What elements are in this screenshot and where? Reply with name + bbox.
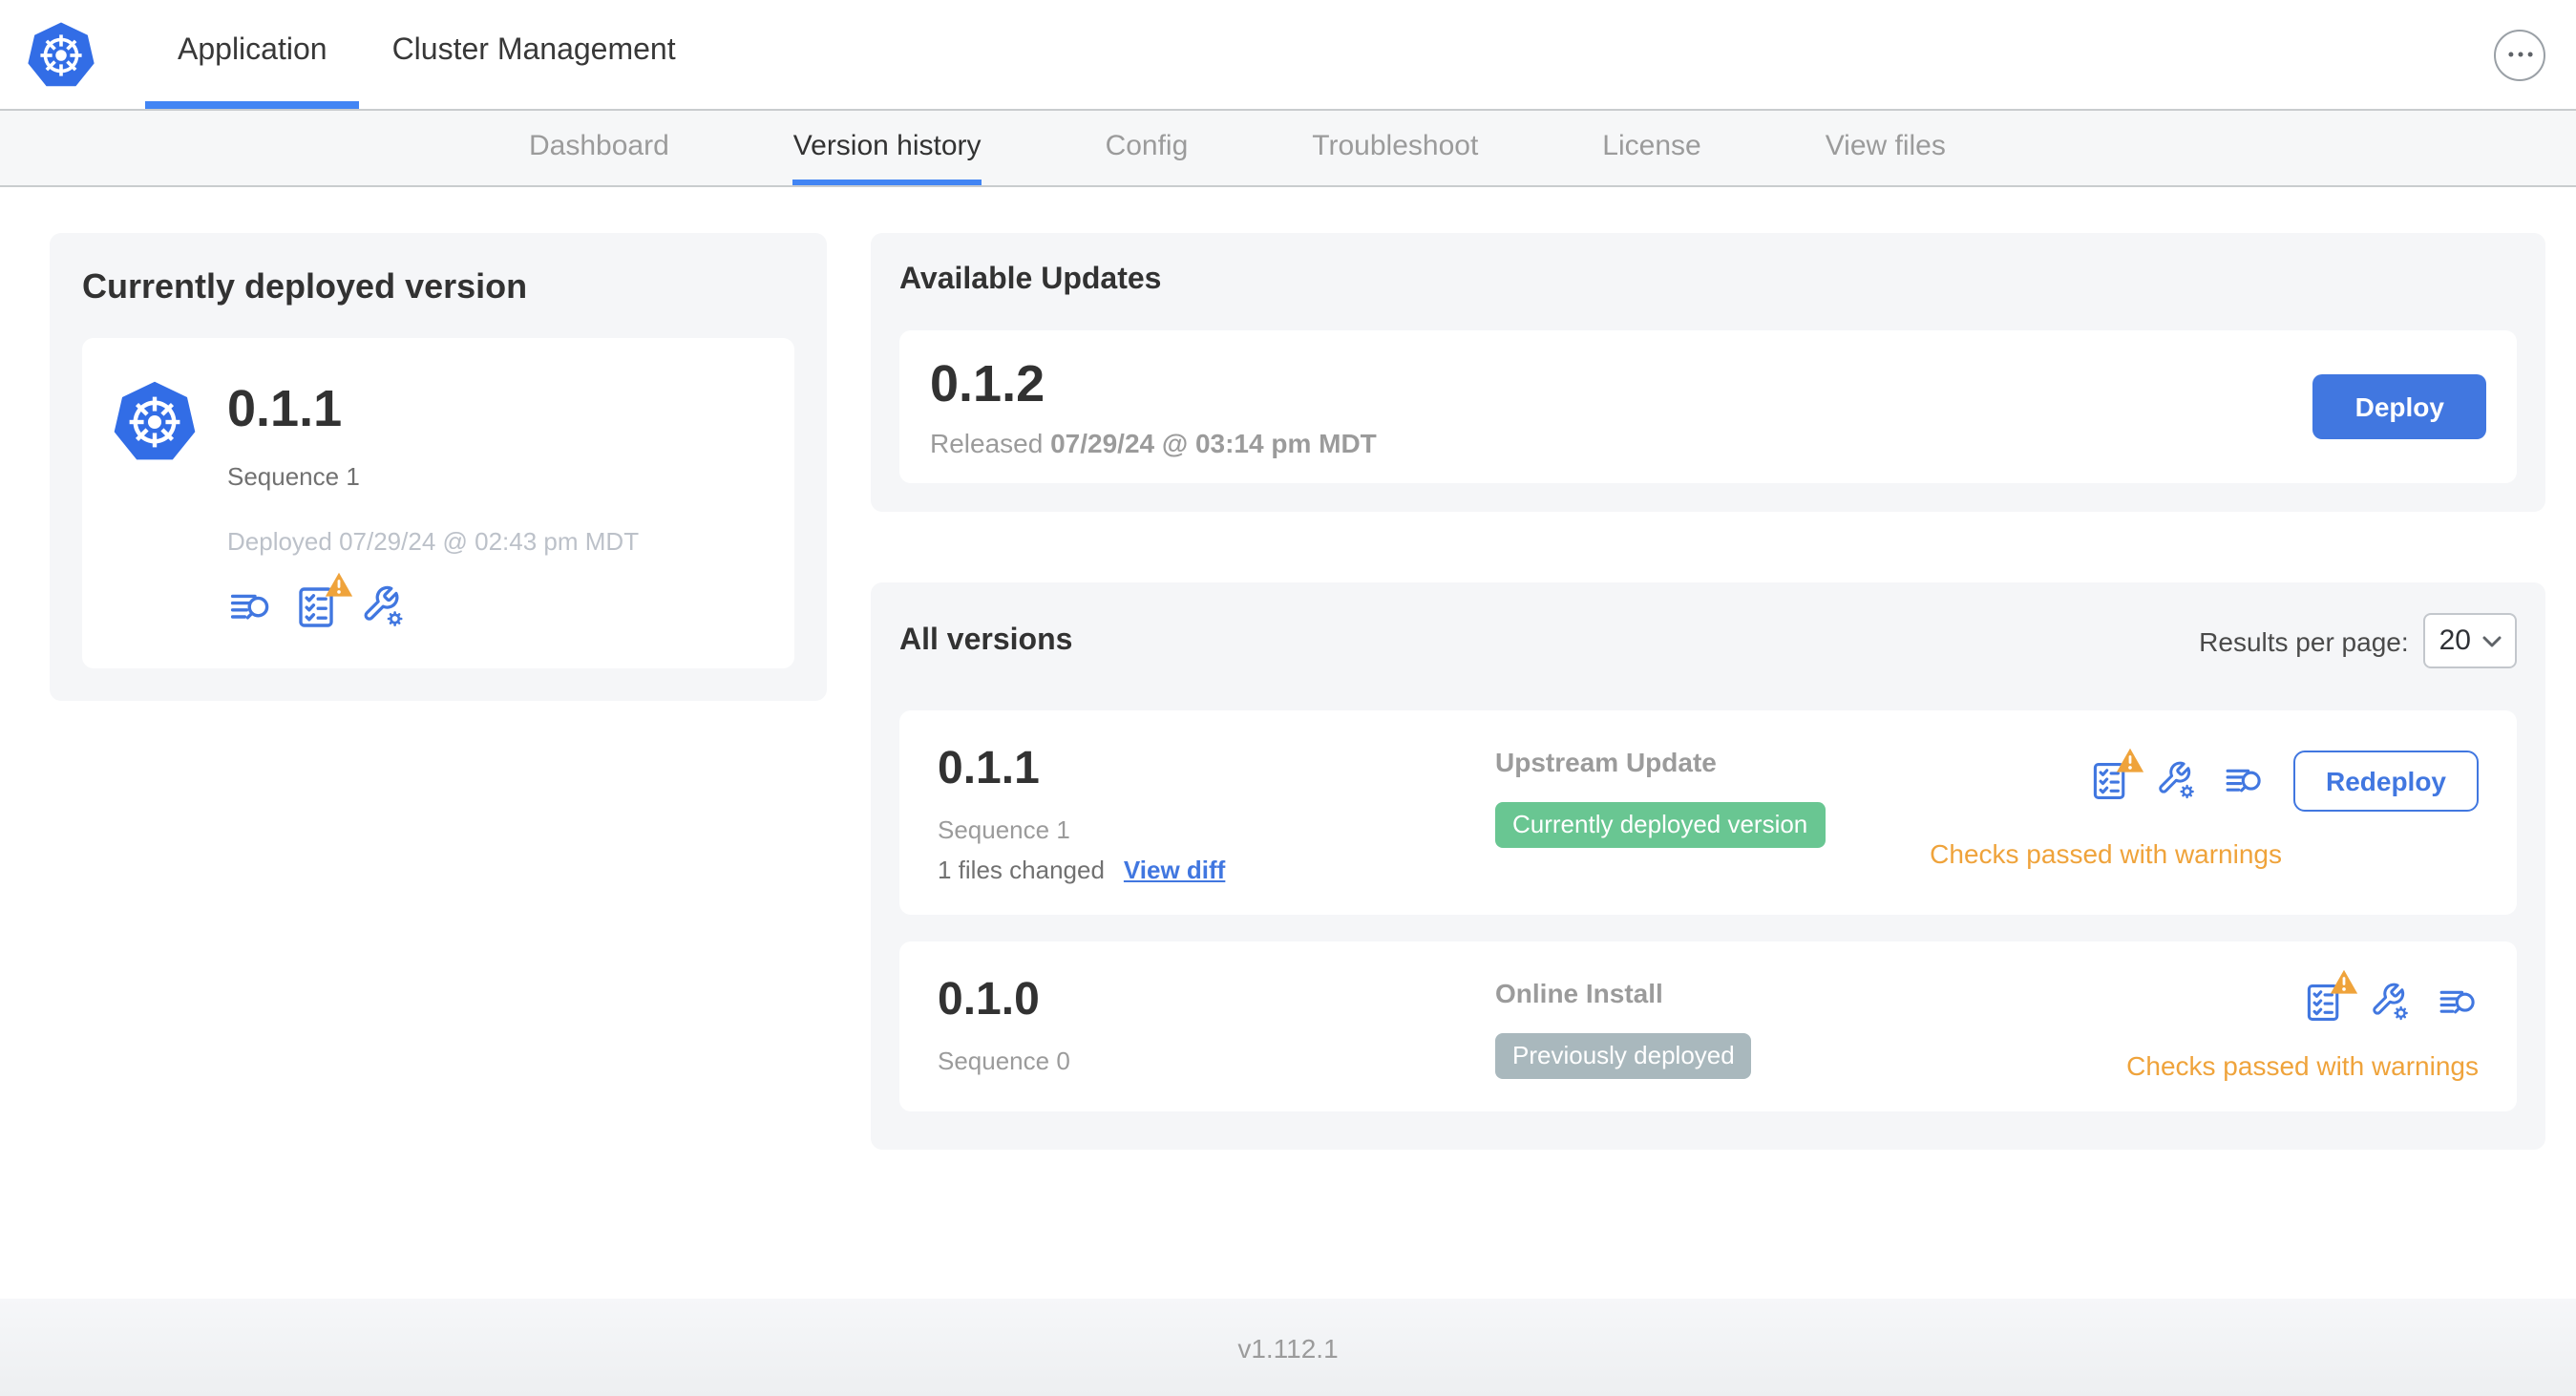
source-label: Online Install [1495, 978, 1663, 1008]
tab-application[interactable]: Application [145, 0, 360, 109]
available-updates-card: Available Updates 0.1.2 Released 07/29/2… [871, 233, 2545, 512]
checks-status-text[interactable]: Checks passed with warnings [2126, 1050, 2479, 1081]
available-update-row: 0.1.2 Released 07/29/24 @ 03:14 pm MDT D… [899, 330, 2517, 483]
version-rows: 0.1.1 Sequence 1 1 files changed View di… [899, 710, 2517, 1111]
currently-deployed-card: Currently deployed version 0.1.1 Sequenc… [50, 233, 827, 701]
redeploy-button[interactable]: Redeploy [2292, 751, 2479, 812]
source-label: Upstream Update [1495, 747, 1717, 777]
preflight-checks-warning-icon[interactable] [2089, 760, 2131, 802]
deploy-button[interactable]: Deploy [2312, 374, 2486, 439]
version-actions: Redeploy Checks passed with warnings [1930, 743, 2479, 869]
deployed-version-number: 0.1.1 [227, 380, 343, 437]
version-source: Upstream Update Currently deployed versi… [1495, 743, 1930, 848]
right-column: Available Updates 0.1.2 Released 07/29/2… [871, 233, 2545, 1150]
top-bar: Application Cluster Management [0, 0, 2576, 111]
version-source: Online Install Previously deployed [1495, 974, 2126, 1079]
released-prefix: Released [930, 428, 1044, 458]
admin-console-page: Application Cluster Management Dashboard… [0, 0, 2576, 1396]
tab-view-files[interactable]: View files [1826, 111, 1946, 185]
kubernetes-logo-icon [113, 380, 197, 464]
files-changed-line: 1 files changed View diff [938, 856, 1495, 884]
tab-license[interactable]: License [1602, 111, 1700, 185]
more-menu-button[interactable] [2494, 29, 2545, 80]
preflight-checks-warning-icon[interactable] [294, 584, 340, 630]
kubernetes-logo-icon [27, 20, 95, 89]
deployed-timestamp: Deployed 07/29/24 @ 02:43 pm MDT [227, 527, 640, 556]
results-per-page: Results per page: 20 [2199, 613, 2517, 668]
warning-triangle-icon [2116, 747, 2144, 773]
status-badge: Previously deployed [1495, 1033, 1752, 1079]
config-values-icon[interactable] [361, 584, 407, 630]
version-action-icons [2303, 982, 2479, 1024]
available-updates-title: Available Updates [899, 264, 1162, 296]
release-notes-icon[interactable] [2223, 760, 2265, 802]
version-info: 0.1.1 Sequence 1 1 files changed View di… [938, 743, 1495, 884]
config-values-icon[interactable] [2156, 760, 2198, 802]
release-notes-icon[interactable] [2437, 982, 2479, 1024]
deployed-version-actions [227, 584, 639, 630]
checks-status-text[interactable]: Checks passed with warnings [1930, 838, 2282, 869]
results-per-page-select[interactable]: 20 [2423, 613, 2517, 668]
main-content: Currently deployed version 0.1.1 Sequenc… [0, 187, 2576, 1299]
update-released-line: Released 07/29/24 @ 03:14 pm MDT [930, 428, 1377, 458]
config-values-icon[interactable] [2370, 982, 2412, 1024]
deployed-sequence: Sequence 1 [227, 462, 360, 491]
top-nav: Application Cluster Management [145, 0, 708, 109]
preflight-checks-warning-icon[interactable] [2303, 982, 2345, 1024]
version-row: 0.1.0 Sequence 0 Online Install Previous… [899, 941, 2517, 1111]
tab-cluster-management[interactable]: Cluster Management [360, 0, 708, 109]
status-badge: Currently deployed version [1495, 802, 1826, 848]
tab-config[interactable]: Config [1106, 111, 1189, 185]
console-version: v1.112.1 [1237, 1332, 1339, 1363]
all-versions-title: All versions [899, 624, 1073, 656]
version-row: 0.1.1 Sequence 1 1 files changed View di… [899, 710, 2517, 915]
tab-dashboard[interactable]: Dashboard [529, 111, 669, 185]
version-number: 0.1.1 [938, 743, 1040, 794]
view-diff-link[interactable]: View diff [1124, 856, 1225, 884]
warning-triangle-icon [2330, 968, 2358, 995]
currently-deployed-version-tile: 0.1.1 Sequence 1 Deployed 07/29/24 @ 02:… [82, 338, 794, 668]
available-update-info: 0.1.2 Released 07/29/24 @ 03:14 pm MDT [930, 355, 1377, 458]
results-per-page-label: Results per page: [2199, 625, 2409, 656]
release-notes-icon[interactable] [227, 584, 273, 630]
chevron-down-icon [2482, 635, 2502, 646]
currently-deployed-details: 0.1.1 Sequence 1 Deployed 07/29/24 @ 02:… [227, 380, 639, 630]
footer: v1.112.1 [0, 1299, 2576, 1396]
warning-triangle-icon [325, 571, 353, 598]
app-sub-nav: Dashboard Version history Config Trouble… [0, 111, 2576, 187]
version-info: 0.1.0 Sequence 0 [938, 974, 1495, 1075]
tab-version-history[interactable]: Version history [792, 111, 982, 185]
update-version-number: 0.1.2 [930, 355, 1045, 412]
results-per-page-value: 20 [2439, 624, 2471, 657]
all-versions-card: All versions Results per page: 20 0.1.1 [871, 582, 2545, 1150]
all-versions-header: All versions Results per page: 20 [899, 613, 2517, 668]
released-date: 07/29/24 @ 03:14 pm MDT [1050, 428, 1377, 458]
version-number: 0.1.0 [938, 974, 1040, 1026]
version-sequence: Sequence 1 [938, 815, 1070, 844]
currently-deployed-title: Currently deployed version [82, 267, 528, 306]
files-changed-text: 1 files changed [938, 856, 1105, 884]
app-logo [27, 0, 95, 109]
version-sequence: Sequence 0 [938, 1047, 1070, 1075]
version-action-icons: Redeploy [2089, 751, 2479, 812]
ellipsis-icon [2506, 51, 2533, 58]
app-icon [113, 380, 197, 630]
version-actions: Checks passed with warnings [2126, 974, 2479, 1081]
tab-troubleshoot[interactable]: Troubleshoot [1312, 111, 1478, 185]
